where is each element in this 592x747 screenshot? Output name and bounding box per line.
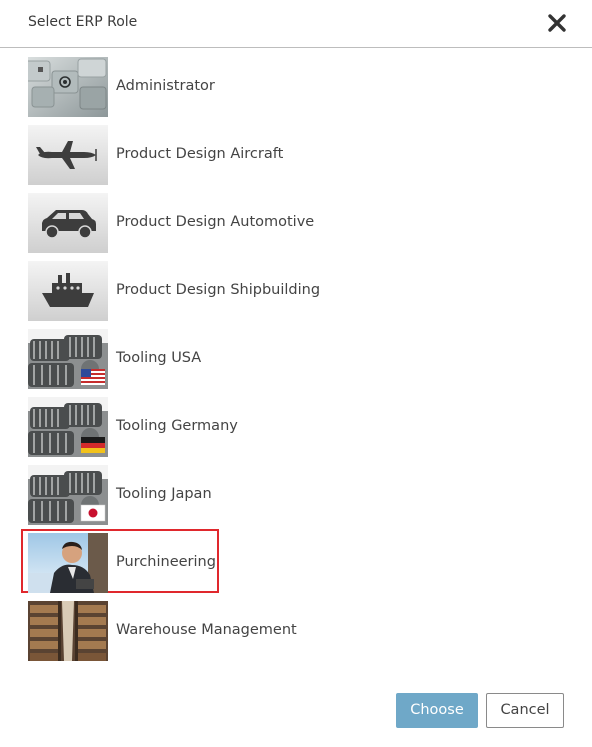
role-label: Tooling Germany [116,418,238,434]
role-label: Tooling USA [116,350,202,366]
purchineering-image [28,533,108,593]
role-item-tooling-japan[interactable]: Tooling Japan [0,465,592,533]
role-list: Administrator Product Design Aircraft Pr… [0,57,592,669]
role-item-warehouse-management[interactable]: Warehouse Management [0,601,592,669]
role-label: Purchineering [116,554,216,570]
close-icon[interactable] [546,12,568,34]
role-item-product-design-automotive[interactable]: Product Design Automotive [0,193,592,261]
warehouse-image [28,601,108,661]
choose-button[interactable]: Choose [396,693,478,728]
role-item-tooling-germany[interactable]: Tooling Germany [0,397,592,465]
flag-usa-icon [81,369,105,385]
role-label: Product Design Aircraft [116,146,284,162]
tooling-germany-image [28,397,108,457]
role-item-purchineering[interactable]: Purchineering [0,529,592,601]
role-label: Administrator [116,78,215,94]
flag-germany-icon [81,437,105,453]
role-item-tooling-usa[interactable]: Tooling USA [0,329,592,397]
flag-japan-icon [80,504,106,522]
aircraft-icon [28,125,108,185]
select-erp-role-dialog: Select ERP Role Administrator Product De… [0,0,592,747]
role-label: Product Design Shipbuilding [116,282,321,298]
dialog-title: Select ERP Role [28,14,138,30]
ship-icon [28,261,108,321]
role-label: Warehouse Management [116,622,297,638]
tooling-usa-image [28,329,108,389]
role-label: Tooling Japan [116,486,212,502]
role-label: Product Design Automotive [116,214,315,230]
role-item-product-design-aircraft[interactable]: Product Design Aircraft [0,125,592,193]
role-item-product-design-shipbuilding[interactable]: Product Design Shipbuilding [0,261,592,329]
dialog-header: Select ERP Role [0,0,592,48]
role-item-administrator[interactable]: Administrator [0,57,592,125]
administrator-keyboard-image [28,57,108,117]
car-icon [28,193,108,253]
tooling-japan-image [28,465,108,525]
cancel-button[interactable]: Cancel [486,693,564,728]
